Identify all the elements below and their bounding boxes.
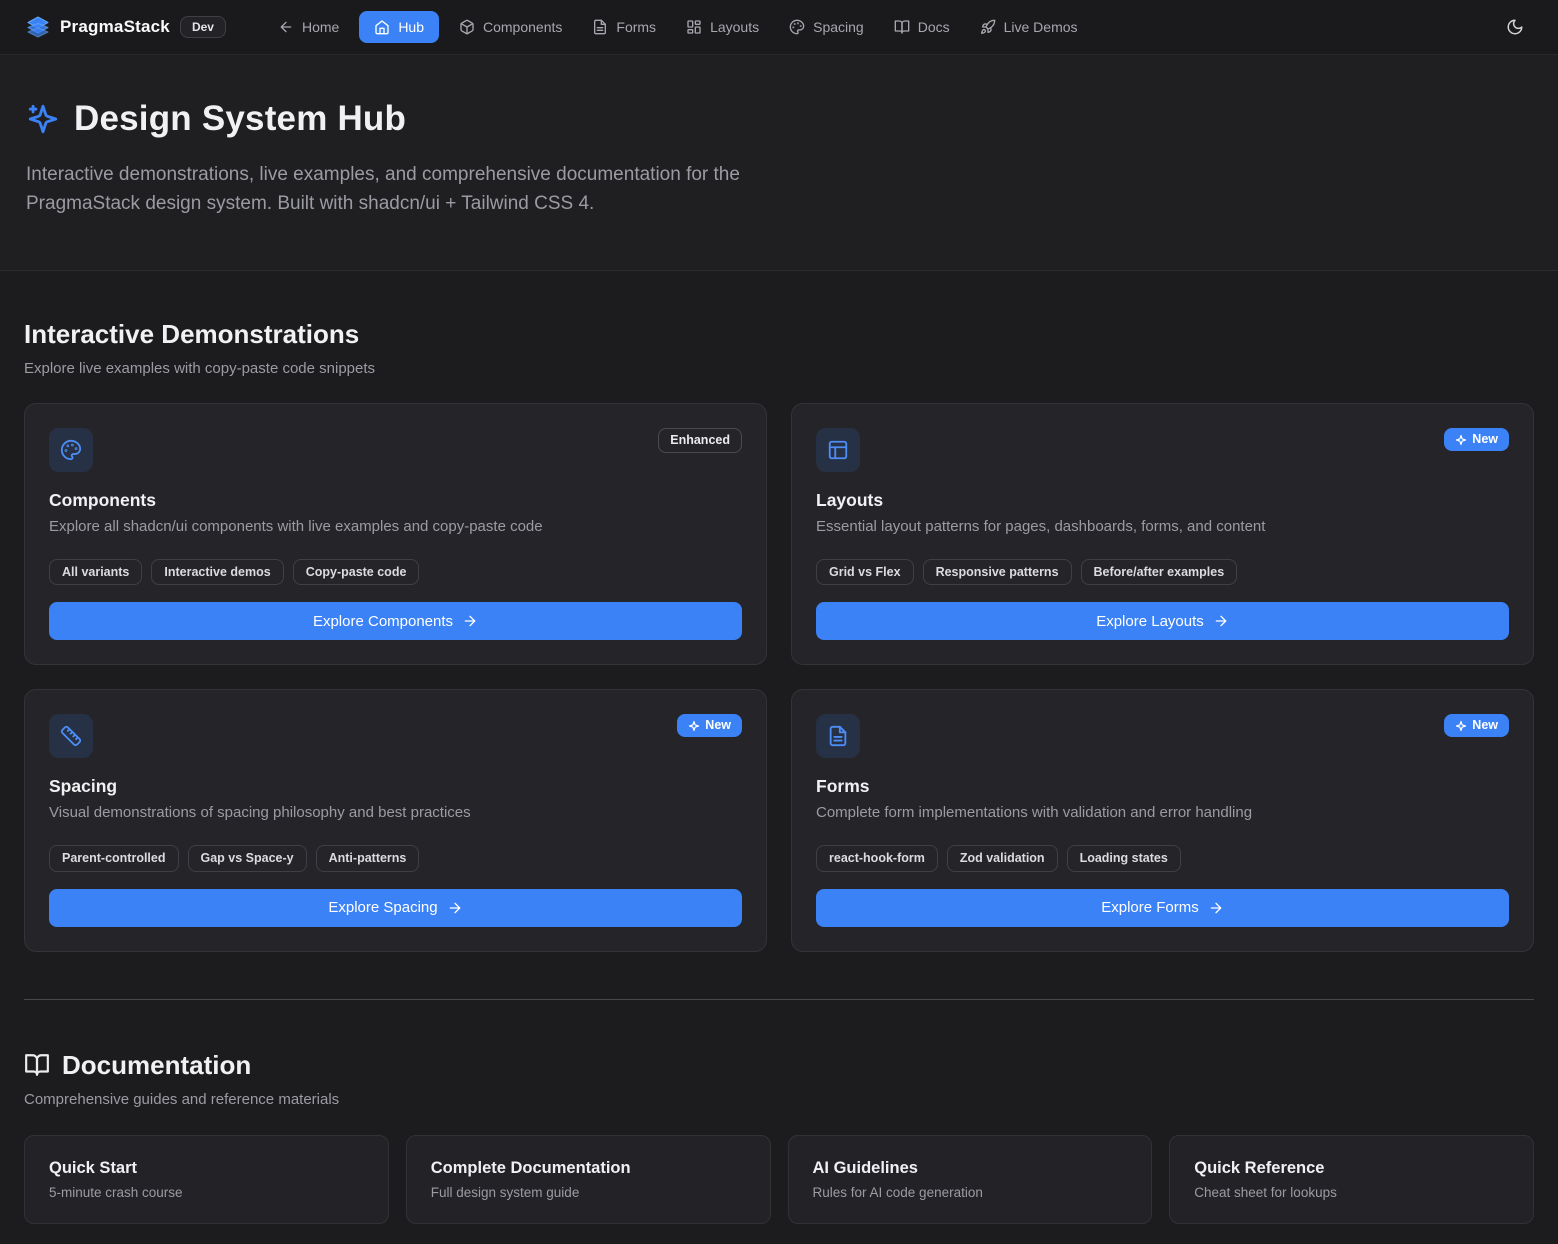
arrow-right-icon xyxy=(462,613,478,629)
main-content: Interactive Demonstrations Explore live … xyxy=(0,271,1558,1244)
docs-section-subtitle: Comprehensive guides and reference mater… xyxy=(24,1091,1534,1108)
tag: Copy-paste code xyxy=(293,559,420,585)
card-description: Visual demonstrations of spacing philoso… xyxy=(49,804,742,821)
box-icon xyxy=(459,19,475,35)
card-description: Explore all shadcn/ui components with li… xyxy=(49,518,742,535)
new-badge: New xyxy=(1444,714,1509,737)
file-text-icon xyxy=(816,714,860,758)
arrow-left-icon xyxy=(278,19,294,35)
card-tags: Grid vs Flex Responsive patterns Before/… xyxy=(816,559,1509,585)
doc-card-description: 5-minute crash course xyxy=(49,1185,364,1200)
page-title: Design System Hub xyxy=(74,99,406,139)
demo-card-forms: New Forms Complete form implementations … xyxy=(791,689,1534,951)
tag: Zod validation xyxy=(947,845,1058,871)
nav-item-live-demos[interactable]: Live Demos xyxy=(970,11,1088,43)
dev-badge: Dev xyxy=(180,16,226,38)
sparkles-icon xyxy=(1455,434,1467,446)
nav-item-hub[interactable]: Hub xyxy=(359,11,439,43)
brand[interactable]: PragmaStack Dev xyxy=(26,15,226,39)
card-title: Components xyxy=(49,490,742,511)
tag: All variants xyxy=(49,559,142,585)
palette-icon xyxy=(49,428,93,472)
nav-item-layouts[interactable]: Layouts xyxy=(676,11,769,43)
arrow-right-icon xyxy=(447,900,463,916)
arrow-right-icon xyxy=(1208,900,1224,916)
doc-card-ai-guidelines[interactable]: AI Guidelines Rules for AI code generati… xyxy=(788,1135,1153,1224)
doc-card-title: Quick Reference xyxy=(1194,1159,1509,1178)
doc-card-title: AI Guidelines xyxy=(813,1159,1128,1178)
tag: Gap vs Space-y xyxy=(188,845,307,871)
main-nav: Home Hub Components Forms Layouts xyxy=(268,11,1498,43)
sparkles-icon xyxy=(1455,720,1467,732)
sparkles-icon xyxy=(26,102,60,136)
tag: Loading states xyxy=(1067,845,1181,871)
new-badge: New xyxy=(677,714,742,737)
palette-icon xyxy=(789,19,805,35)
nav-item-spacing[interactable]: Spacing xyxy=(779,11,874,43)
new-badge: New xyxy=(1444,428,1509,451)
card-title: Spacing xyxy=(49,776,742,797)
enhanced-badge: Enhanced xyxy=(658,428,742,453)
nav-item-forms[interactable]: Forms xyxy=(582,11,666,43)
doc-card-description: Full design system guide xyxy=(431,1185,746,1200)
rocket-icon xyxy=(980,19,996,35)
demo-card-spacing: New Spacing Visual demonstrations of spa… xyxy=(24,689,767,951)
layers-logo-icon xyxy=(26,15,50,39)
doc-card-description: Cheat sheet for lookups xyxy=(1194,1185,1509,1200)
moon-icon xyxy=(1506,18,1524,36)
tag: Before/after examples xyxy=(1081,559,1238,585)
arrow-right-icon xyxy=(1213,613,1229,629)
nav-item-components[interactable]: Components xyxy=(449,11,572,43)
demos-section-title: Interactive Demonstrations xyxy=(24,319,1534,350)
tag: Anti-patterns xyxy=(316,845,420,871)
panels-top-left-icon xyxy=(816,428,860,472)
section-divider xyxy=(24,999,1534,1000)
explore-forms-button[interactable]: Explore Forms xyxy=(816,889,1509,927)
card-tags: react-hook-form Zod validation Loading s… xyxy=(816,845,1509,871)
card-description: Essential layout patterns for pages, das… xyxy=(816,518,1509,535)
doc-card-complete-documentation[interactable]: Complete Documentation Full design syste… xyxy=(406,1135,771,1224)
hero-description: Interactive demonstrations, live example… xyxy=(26,161,786,218)
doc-card-grid: Quick Start 5-minute crash course Comple… xyxy=(24,1135,1534,1224)
theme-toggle-button[interactable] xyxy=(1498,10,1532,44)
demos-section: Interactive Demonstrations Explore live … xyxy=(24,319,1534,952)
tag: Responsive patterns xyxy=(923,559,1072,585)
explore-layouts-button[interactable]: Explore Layouts xyxy=(816,602,1509,640)
card-tags: All variants Interactive demos Copy-past… xyxy=(49,559,742,585)
ruler-icon xyxy=(49,714,93,758)
docs-section-title: Documentation xyxy=(62,1050,251,1081)
card-title: Forms xyxy=(816,776,1509,797)
docs-section: Documentation Comprehensive guides and r… xyxy=(24,1050,1534,1224)
doc-card-title: Complete Documentation xyxy=(431,1159,746,1178)
demos-section-subtitle: Explore live examples with copy-paste co… xyxy=(24,360,1534,377)
tag: react-hook-form xyxy=(816,845,938,871)
tag: Grid vs Flex xyxy=(816,559,914,585)
book-open-icon xyxy=(894,19,910,35)
explore-spacing-button[interactable]: Explore Spacing xyxy=(49,889,742,927)
sparkles-icon xyxy=(688,720,700,732)
hero: Design System Hub Interactive demonstrat… xyxy=(0,55,1558,271)
card-title: Layouts xyxy=(816,490,1509,511)
doc-card-quick-start[interactable]: Quick Start 5-minute crash course xyxy=(24,1135,389,1224)
card-tags: Parent-controlled Gap vs Space-y Anti-pa… xyxy=(49,845,742,871)
doc-card-title: Quick Start xyxy=(49,1159,364,1178)
demo-card-grid: Enhanced Components Explore all shadcn/u… xyxy=(24,403,1534,952)
nav-item-docs[interactable]: Docs xyxy=(884,11,960,43)
layout-grid-icon xyxy=(686,19,702,35)
home-icon xyxy=(374,19,390,35)
card-description: Complete form implementations with valid… xyxy=(816,804,1509,821)
navbar: PragmaStack Dev Home Hub Components Fo xyxy=(0,0,1558,55)
demo-card-layouts: New Layouts Essential layout patterns fo… xyxy=(791,403,1534,665)
file-text-icon xyxy=(592,19,608,35)
doc-card-description: Rules for AI code generation xyxy=(813,1185,1128,1200)
explore-components-button[interactable]: Explore Components xyxy=(49,602,742,640)
tag: Interactive demos xyxy=(151,559,283,585)
demo-card-components: Enhanced Components Explore all shadcn/u… xyxy=(24,403,767,665)
brand-name: PragmaStack xyxy=(60,17,170,37)
tag: Parent-controlled xyxy=(49,845,179,871)
doc-card-quick-reference[interactable]: Quick Reference Cheat sheet for lookups xyxy=(1169,1135,1534,1224)
book-open-icon xyxy=(24,1052,50,1078)
nav-item-home[interactable]: Home xyxy=(268,11,349,43)
